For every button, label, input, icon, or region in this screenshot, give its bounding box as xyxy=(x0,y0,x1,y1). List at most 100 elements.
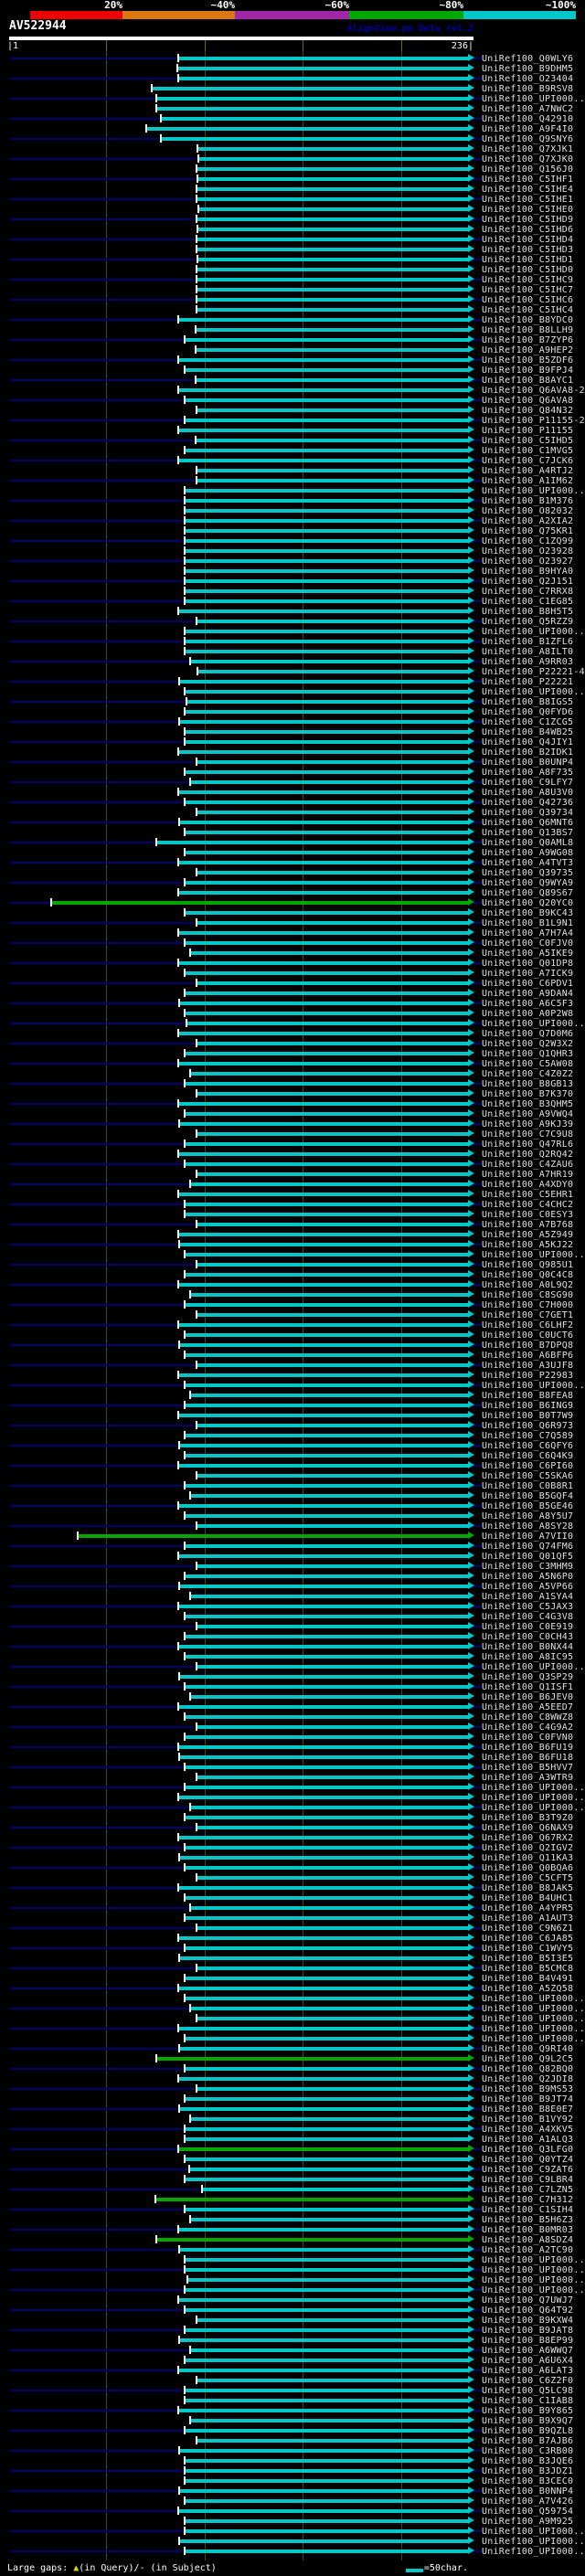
hit-label[interactable]: UniRef100_C7C9U8 xyxy=(482,1129,585,1140)
hit-label[interactable]: UniRef100_A3WTR9 xyxy=(482,1773,585,1783)
hit-label[interactable]: UniRef100_A4YPR5 xyxy=(482,1903,585,1913)
hit-label[interactable]: UniRef100_B4UHC1 xyxy=(482,1893,585,1903)
hit-label[interactable]: UniRef100_B3QHM5 xyxy=(482,1099,585,1109)
hit-label[interactable]: UniRef100_Q985U1 xyxy=(482,1260,585,1270)
hit-label[interactable]: UniRef100_Q3LFG0 xyxy=(482,2145,585,2155)
hit-label[interactable]: UniRef100_A4XDY0 xyxy=(482,1180,585,1190)
hit-label[interactable]: UniRef100_UPI000.. xyxy=(482,2034,585,2044)
hit-label[interactable]: UniRef100_A4RTJ2 xyxy=(482,466,585,476)
hit-label[interactable]: UniRef100_Q2IGV2 xyxy=(482,1843,585,1853)
hit-label[interactable]: UniRef100_Q64T92 xyxy=(482,2306,585,2316)
hit-label[interactable]: UniRef100_A9RR03 xyxy=(482,657,585,667)
hit-label[interactable]: UniRef100_UPI000.. xyxy=(482,1994,585,2004)
hit-label[interactable]: UniRef100_B7AJB6 xyxy=(482,2436,585,2446)
hit-label[interactable]: UniRef100_B0NNP4 xyxy=(482,2486,585,2496)
hit-label[interactable]: UniRef100_B1VY92 xyxy=(482,2115,585,2125)
hit-label[interactable]: UniRef100_UPI000.. xyxy=(482,2014,585,2024)
hit-label[interactable]: UniRef100_C1ZCG5 xyxy=(482,717,585,727)
hit-label[interactable]: UniRef100_B9X9Q7 xyxy=(482,2416,585,2426)
hit-label[interactable]: UniRef100_C4Z0Z2 xyxy=(482,1069,585,1079)
hit-label[interactable]: UniRef100_Q7XJK1 xyxy=(482,144,585,154)
hit-label[interactable]: UniRef100_UPI000.. xyxy=(482,1662,585,1672)
hit-label[interactable]: UniRef100_C8WWZ8 xyxy=(482,1712,585,1723)
hit-label[interactable]: UniRef100_B1M376 xyxy=(482,496,585,506)
hit-label[interactable]: UniRef100_C5EHR1 xyxy=(482,1190,585,1200)
hit-label[interactable]: UniRef100_B7ZYP6 xyxy=(482,335,585,345)
hit-label[interactable]: UniRef100_C9LBR4 xyxy=(482,2175,585,2185)
hit-label[interactable]: UniRef100_A6WWQ7 xyxy=(482,2346,585,2356)
hit-label[interactable]: UniRef100_C3RB00 xyxy=(482,2446,585,2456)
hit-label[interactable]: UniRef100_B9JT74 xyxy=(482,2094,585,2104)
hit-label[interactable]: UniRef100_A9F4I0 xyxy=(482,124,585,134)
hit-label[interactable]: UniRef100_Q7UWJ7 xyxy=(482,2295,585,2306)
hit-label[interactable]: UniRef100_C8SG90 xyxy=(482,1290,585,1300)
hit-label[interactable]: UniRef100_Q156J0 xyxy=(482,164,585,175)
hit-label[interactable]: UniRef100_C7GET1 xyxy=(482,1310,585,1320)
hit-label[interactable]: UniRef100_B8E0E7 xyxy=(482,2104,585,2115)
hit-label[interactable]: UniRef100_C7H312 xyxy=(482,2195,585,2205)
hit-label[interactable]: UniRef100_Q75KR1 xyxy=(482,526,585,536)
hit-label[interactable]: UniRef100_P22221 xyxy=(482,677,585,687)
hit-label[interactable]: UniRef100_UPI000.. xyxy=(482,627,585,637)
hit-label[interactable]: UniRef100_A1IM62 xyxy=(482,476,585,486)
hit-label[interactable]: UniRef100_Q6AVA8-2 xyxy=(482,386,585,396)
hit-label[interactable]: UniRef100_UPI000.. xyxy=(482,2024,585,2034)
hit-label[interactable]: UniRef100_Q9WYA9 xyxy=(482,878,585,888)
hit-label[interactable]: UniRef100_B1L9N1 xyxy=(482,918,585,928)
hit-label[interactable]: UniRef100_Q9L2C5 xyxy=(482,2054,585,2064)
hit-label[interactable]: UniRef100_Q0YTZ4 xyxy=(482,2155,585,2165)
hit-label[interactable]: UniRef100_A5EED7 xyxy=(482,1702,585,1712)
hit-label[interactable]: UniRef100_UPI000.. xyxy=(482,1250,585,1260)
hit-label[interactable]: UniRef100_A7VII0 xyxy=(482,1532,585,1542)
hit-label[interactable]: UniRef100_A7ICK9 xyxy=(482,969,585,979)
hit-label[interactable]: UniRef100_C7RRX8 xyxy=(482,587,585,597)
hit-label[interactable]: UniRef100_C0ESY3 xyxy=(482,1210,585,1220)
hit-label[interactable]: UniRef100_B5CMC8 xyxy=(482,1964,585,1974)
hit-label[interactable]: UniRef100_C0FVN0 xyxy=(482,1733,585,1743)
hit-label[interactable]: UniRef100_B5GE46 xyxy=(482,1501,585,1511)
hit-label[interactable]: UniRef100_C6PDV1 xyxy=(482,979,585,989)
hit-label[interactable]: UniRef100_Q89S67 xyxy=(482,888,585,898)
hit-label[interactable]: UniRef100_UPI000.. xyxy=(482,687,585,697)
hit-label[interactable]: UniRef100_B5ZDF6 xyxy=(482,355,585,366)
hit-label[interactable]: UniRef100_C0FJV0 xyxy=(482,938,585,949)
hit-label[interactable]: UniRef100_Q4JIY1 xyxy=(482,737,585,747)
hit-label[interactable]: UniRef100_B8LLH9 xyxy=(482,325,585,335)
hit-label[interactable]: UniRef100_C4CHC2 xyxy=(482,1200,585,1210)
hit-label[interactable]: UniRef100_C1ZQ99 xyxy=(482,536,585,546)
hit-label[interactable]: UniRef100_C7LZN5 xyxy=(482,2185,585,2195)
hit-label[interactable]: UniRef100_UPI000.. xyxy=(482,486,585,496)
hit-label[interactable]: UniRef100_A6C5F3 xyxy=(482,999,585,1009)
hit-label[interactable]: UniRef100_A5KJ22 xyxy=(482,1240,585,1250)
hit-label[interactable]: UniRef100_B9RSV8 xyxy=(482,84,585,94)
hit-label[interactable]: UniRef100_O23928 xyxy=(482,546,585,557)
hit-label[interactable]: UniRef100_C5IHC7 xyxy=(482,285,585,295)
hit-label[interactable]: UniRef100_Q6R973 xyxy=(482,1421,585,1431)
hit-label[interactable]: UniRef100_UPI000.. xyxy=(482,1793,585,1803)
hit-label[interactable]: UniRef100_A9M925 xyxy=(482,2517,585,2527)
hit-label[interactable]: UniRef100_B9KC43 xyxy=(482,908,585,918)
hit-label[interactable]: UniRef100_A4XKV5 xyxy=(482,2125,585,2135)
hit-label[interactable]: UniRef100_C6Z2F0 xyxy=(482,2376,585,2386)
hit-label[interactable]: UniRef100_C1WVY5 xyxy=(482,1944,585,1954)
hit-label[interactable]: UniRef100_A5VP66 xyxy=(482,1582,585,1592)
hit-label[interactable]: UniRef100_P22221-4 xyxy=(482,667,585,677)
hit-label[interactable]: UniRef100_A7V426 xyxy=(482,2496,585,2507)
hit-label[interactable]: UniRef100_B6FU18 xyxy=(482,1753,585,1763)
hit-label[interactable]: UniRef100_UPI000.. xyxy=(482,2265,585,2275)
hit-label[interactable]: UniRef100_B2IDK1 xyxy=(482,747,585,758)
hit-label[interactable]: UniRef100_B9QZL8 xyxy=(482,2426,585,2436)
hit-label[interactable]: UniRef100_B4V491 xyxy=(482,1974,585,1984)
hit-label[interactable]: UniRef100_A9KJ39 xyxy=(482,1119,585,1129)
hit-label[interactable]: UniRef100_B8H5T5 xyxy=(482,607,585,617)
hit-label[interactable]: UniRef100_B0UNP4 xyxy=(482,758,585,768)
hit-label[interactable]: UniRef100_B8GB13 xyxy=(482,1079,585,1089)
hit-label[interactable]: UniRef100_A3UJF8 xyxy=(482,1361,585,1371)
hit-label[interactable]: UniRef100_Q5RZZ9 xyxy=(482,617,585,627)
hit-label[interactable]: UniRef100_C5IHD5 xyxy=(482,436,585,446)
hit-label[interactable]: UniRef100_Q6AVA8 xyxy=(482,396,585,406)
hit-label[interactable]: UniRef100_B8FEA8 xyxy=(482,1391,585,1401)
hit-label[interactable]: UniRef100_C0E919 xyxy=(482,1622,585,1632)
hit-label[interactable]: UniRef100_Q9SNY6 xyxy=(482,134,585,144)
hit-label[interactable]: UniRef100_C0UCT6 xyxy=(482,1330,585,1341)
